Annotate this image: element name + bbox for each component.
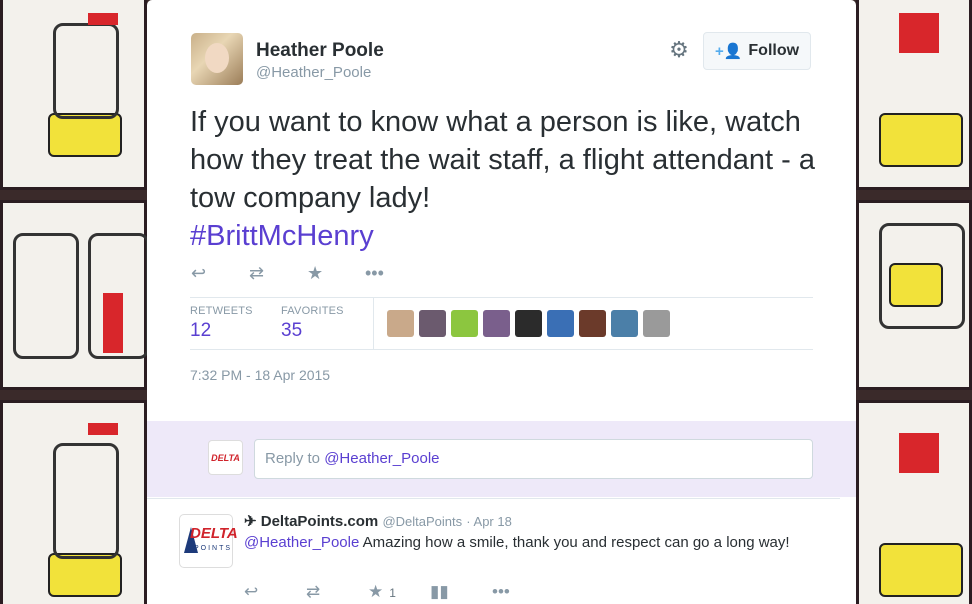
favorites-stat[interactable]: FAVORITES 35 (281, 305, 344, 342)
retweets-count: 12 (190, 320, 212, 341)
star-icon[interactable]: ★ 1 (368, 582, 430, 602)
star-icon[interactable]: ★ (307, 263, 365, 287)
favorite-count: 1 (389, 586, 396, 600)
divider (373, 298, 374, 350)
favoriter-avatar[interactable] (515, 310, 542, 337)
follow-label: Follow (748, 42, 800, 59)
favoriter-avatars (387, 310, 670, 337)
author-name[interactable]: Heather Poole (256, 40, 384, 62)
add-user-icon: +👤 (714, 43, 743, 60)
background-left (0, 0, 147, 604)
gear-icon[interactable]: ⚙ (667, 38, 691, 62)
reply-icon[interactable]: ↩ (244, 582, 306, 602)
retweet-icon[interactable]: ⇄ (306, 582, 368, 602)
background-right (856, 0, 972, 604)
favoriter-avatar[interactable] (419, 310, 446, 337)
more-icon[interactable]: ••• (492, 582, 554, 602)
divider (147, 498, 840, 499)
favoriter-avatar[interactable] (643, 310, 670, 337)
tweet-timestamp[interactable]: 7:32 PM - 18 Apr 2015 (190, 367, 330, 383)
reply-author-name[interactable]: ✈ DeltaPoints.com (244, 513, 378, 530)
favoriter-avatar[interactable] (611, 310, 638, 337)
logo-text-bottom: POINTS (194, 545, 233, 552)
author-handle[interactable]: @Heather_Poole (256, 64, 371, 81)
divider (190, 297, 813, 298)
reply-date[interactable]: · Apr 18 (466, 514, 512, 529)
retweets-label: RETWEETS (190, 305, 253, 317)
logo-text-top: DELTA (190, 525, 238, 542)
author-avatar[interactable] (191, 33, 243, 85)
favoriter-avatar[interactable] (547, 310, 574, 337)
more-icon[interactable]: ••• (365, 263, 423, 287)
favoriter-avatar[interactable] (483, 310, 510, 337)
retweet-icon[interactable]: ⇄ (249, 263, 307, 287)
follow-button[interactable]: +👤 Follow (703, 32, 811, 70)
reply-icon[interactable]: ↩ (191, 263, 249, 287)
reply-user-avatar: DELTA (208, 440, 243, 475)
reply-prefix: Reply to (265, 450, 325, 467)
reply-author-avatar[interactable]: DELTA POINTS (179, 514, 238, 568)
reply-input[interactable]: Reply to @Heather_Poole (254, 439, 813, 479)
stats-icon[interactable]: ▮▮ (430, 582, 492, 602)
favoriter-avatar[interactable] (451, 310, 478, 337)
retweets-stat[interactable]: RETWEETS 12 (190, 305, 253, 342)
reply-mention: @Heather_Poole (324, 450, 440, 467)
reply-text-body: Amazing how a smile, thank you and respe… (359, 534, 790, 551)
tweet-text: If you want to know what a person is lik… (190, 103, 830, 255)
hashtag-link[interactable]: #BrittMcHenry (190, 217, 830, 255)
favorites-count: 35 (281, 320, 303, 341)
tweet-card: Heather Poole @Heather_Poole ⚙ +👤 Follow… (147, 0, 856, 604)
tweet-actions: ↩ ⇄ ★ ••• (191, 263, 423, 287)
favorites-label: FAVORITES (281, 305, 344, 317)
reply-text: @Heather_Poole Amazing how a smile, than… (244, 533, 804, 553)
reply-text-mention[interactable]: @Heather_Poole (244, 534, 359, 551)
divider (190, 349, 813, 350)
reply-header: ✈ DeltaPoints.com @DeltaPoints · Apr 18 (244, 512, 512, 530)
tweet-body: If you want to know what a person is lik… (190, 106, 815, 214)
reply-author-handle[interactable]: @DeltaPoints (382, 514, 462, 529)
favoriter-avatar[interactable] (387, 310, 414, 337)
favoriter-avatar[interactable] (579, 310, 606, 337)
reply-actions: ↩ ⇄ ★ 1 ▮▮ ••• (244, 582, 554, 602)
